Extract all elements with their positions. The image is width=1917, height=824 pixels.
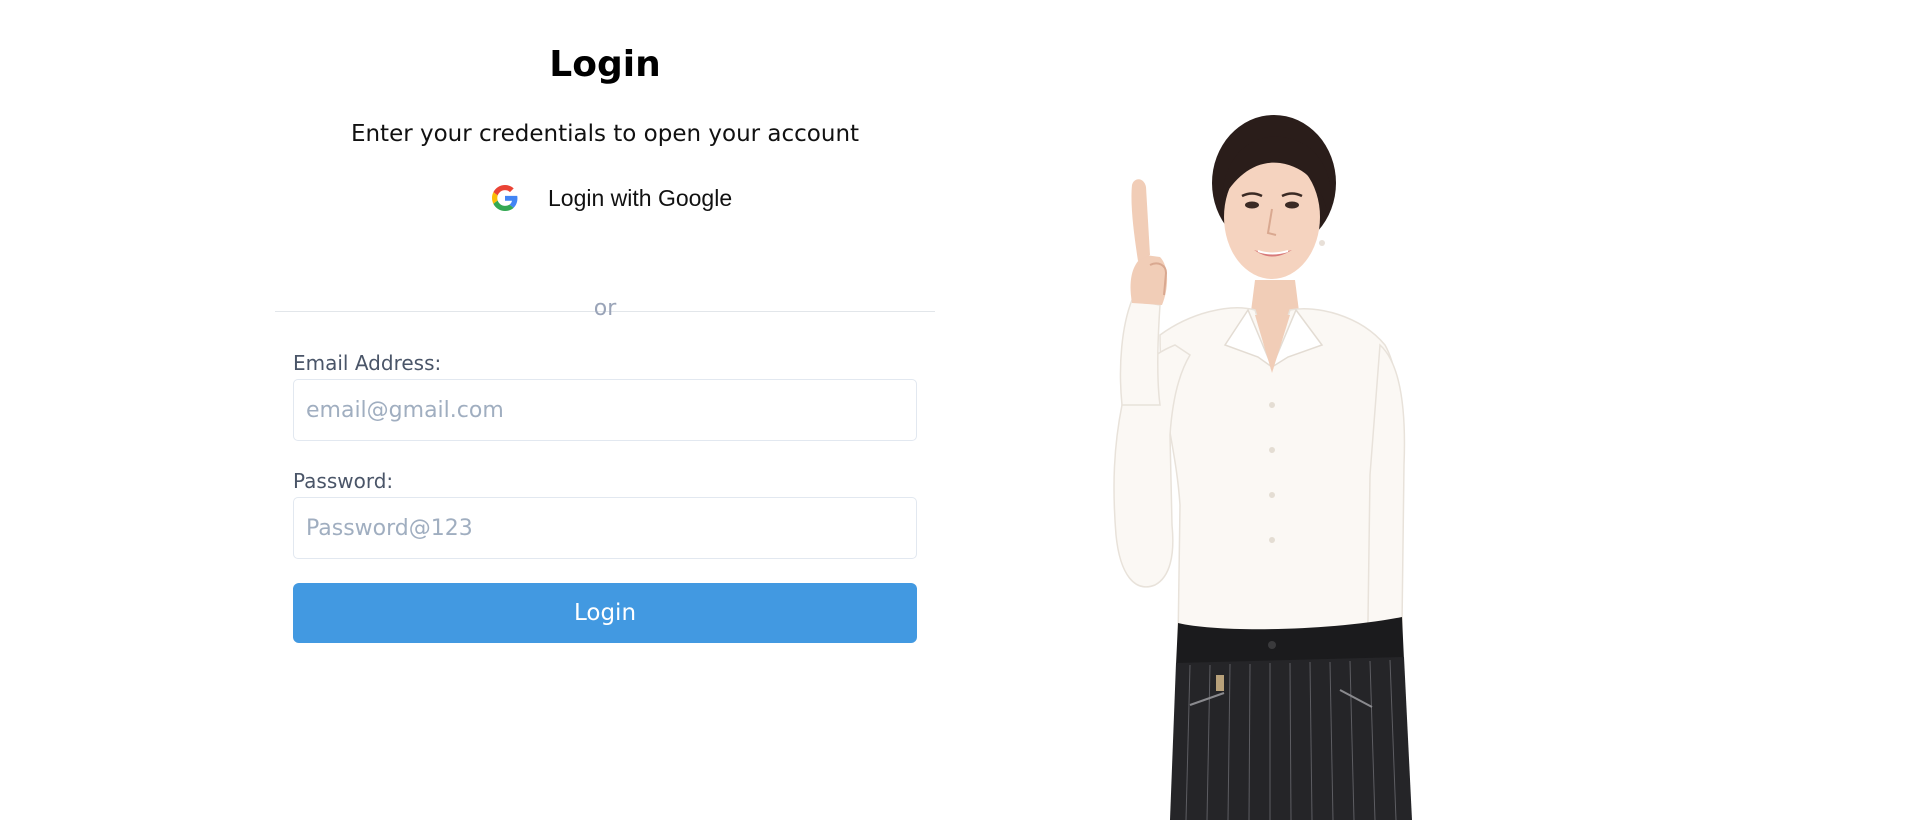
login-with-google-button[interactable]: Login with Google	[480, 176, 740, 220]
google-icon	[492, 185, 518, 211]
page-subtitle: Enter your credentials to open your acco…	[350, 121, 860, 147]
password-field[interactable]	[293, 497, 917, 559]
login-button[interactable]: Login	[293, 583, 917, 643]
email-field[interactable]	[293, 379, 917, 441]
login-with-google-label: Login with Google	[548, 184, 733, 211]
login-form: Login Enter your credentials to open you…	[275, 0, 935, 824]
woman-pointing-up-illustration	[1010, 105, 1450, 821]
login-page: Login Enter your credentials to open you…	[0, 0, 1917, 824]
email-label: Email Address:	[293, 351, 442, 375]
page-title: Login	[549, 44, 661, 85]
password-label: Password:	[293, 469, 394, 493]
divider-text: or	[593, 296, 617, 321]
